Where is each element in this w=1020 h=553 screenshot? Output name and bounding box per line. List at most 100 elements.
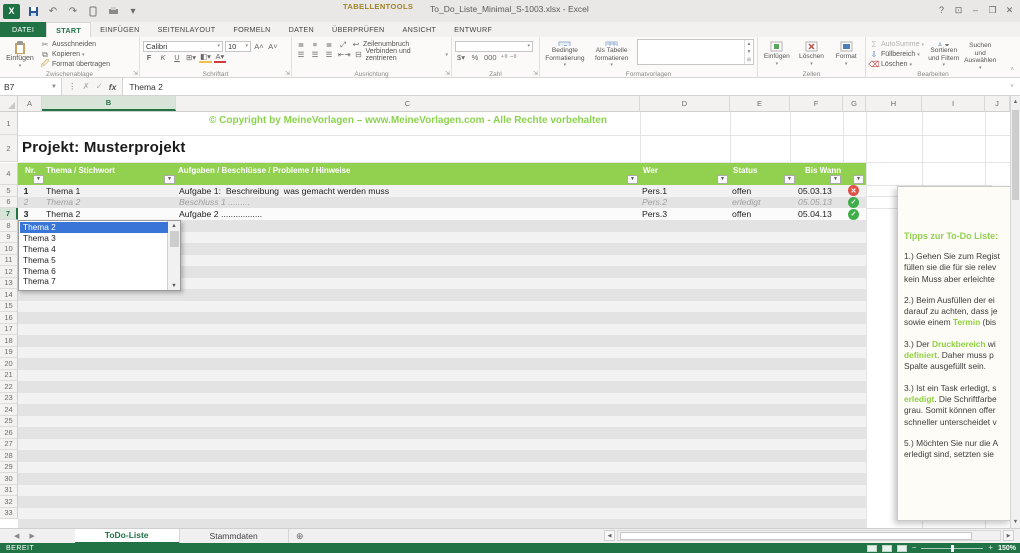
filter-dropdown-icon[interactable]: ▼	[33, 175, 44, 184]
find-select-button[interactable]: Suchen und Auswählen ▾	[964, 39, 997, 70]
row-header-12[interactable]: 12	[0, 266, 18, 278]
italic-button[interactable]: K	[157, 53, 169, 63]
ribbon-tab-start[interactable]: START	[46, 22, 92, 37]
vertical-scrollbar[interactable]: ▲ ▼	[1010, 96, 1020, 528]
column-header-J[interactable]: J	[985, 96, 1010, 111]
dropdown-item-2[interactable]: Thema 3	[20, 233, 168, 244]
filter-dropdown-icon[interactable]: ▼	[784, 175, 795, 184]
row-header-23[interactable]: 23	[0, 392, 18, 404]
sheet-tab-todo-liste[interactable]: ToDo-Liste	[74, 528, 180, 544]
gallery-more-icon[interactable]: ⊞	[747, 57, 751, 63]
row-header-9[interactable]: 9	[0, 231, 18, 243]
filter-dropdown-icon[interactable]: ▼	[164, 175, 175, 184]
scroll-right-icon[interactable]: ▶	[1003, 530, 1014, 541]
indent-icons[interactable]: ⇤⇥	[337, 50, 352, 60]
row-header-25[interactable]: 25	[0, 415, 18, 427]
format-cells-button[interactable]: Format ▾	[830, 39, 862, 69]
bold-button[interactable]: F	[143, 53, 155, 63]
filter-dropdown-icon[interactable]: ▼	[627, 175, 638, 184]
namebox-dropdown-icon[interactable]: ▼	[51, 84, 57, 90]
column-header-G[interactable]: G	[843, 96, 866, 111]
cancel-formula-icon[interactable]: ✗	[83, 81, 90, 92]
filter-dropdown-icon[interactable]: ▼	[717, 175, 728, 184]
vertical-scroll-thumb[interactable]	[1012, 110, 1019, 200]
row-header-10[interactable]: 10	[0, 243, 18, 255]
formula-input[interactable]: Thema 2	[123, 78, 1004, 95]
format-as-table-button[interactable]: Als Tabelle formatieren ▾	[590, 39, 634, 69]
cell-status[interactable]: offen	[732, 208, 787, 220]
row-header-26[interactable]: 26	[0, 427, 18, 439]
row-header-7[interactable]: 7	[0, 208, 18, 220]
row-header-17[interactable]: 17	[0, 323, 18, 335]
filter-dropdown-icon[interactable]: ▼	[853, 175, 864, 184]
scroll-up-icon[interactable]: ▲	[171, 221, 176, 230]
cell-due[interactable]: 05.05.13	[798, 197, 838, 209]
column-header-E[interactable]: E	[730, 96, 790, 111]
column-header-C[interactable]: C	[176, 96, 640, 111]
row-header-16[interactable]: 16	[0, 312, 18, 324]
cell-task[interactable]: Beschluss 1 .........	[179, 197, 634, 209]
dropdown-item-1[interactable]: Thema 2	[20, 222, 168, 233]
conditional-formatting-button[interactable]: Bedingte Formatierung ▾	[543, 39, 587, 69]
column-header-A[interactable]: A	[18, 96, 42, 111]
zoom-out-icon[interactable]: −	[912, 544, 917, 552]
alignment-dialog-launcher[interactable]: ⇲	[445, 70, 450, 77]
filter-dropdown-icon[interactable]: ▼	[830, 175, 841, 184]
grow-font-button[interactable]: A˄	[253, 41, 265, 51]
font-family-combo[interactable]: Calibri ▾	[143, 40, 223, 52]
row-header-27[interactable]: 27	[0, 438, 18, 450]
scroll-down-icon[interactable]: ▼	[171, 281, 176, 290]
format-painter-button[interactable]: 🖉 Format übertragen	[40, 59, 110, 69]
redo-icon[interactable]: ↷	[66, 5, 80, 18]
dropdown-item-5[interactable]: Thema 6	[20, 265, 168, 276]
row-header-28[interactable]: 28	[0, 450, 18, 462]
autosum-button[interactable]: Σ AutoSumme ▾	[869, 40, 925, 49]
cell-nr[interactable]: 3	[24, 208, 28, 220]
cell-wer[interactable]: Pers.1	[642, 185, 727, 197]
cell-thema[interactable]: Thema 2	[46, 208, 174, 220]
number-format-combo[interactable]: ▾	[455, 40, 533, 52]
sheet-tab-stammdaten[interactable]: Stammdaten	[179, 528, 289, 544]
align-bottom-icon[interactable]: ≣	[323, 40, 335, 50]
row-header-24[interactable]: 24	[0, 404, 18, 416]
table-row-2[interactable]: 2 Thema 2 Beschluss 1 ......... Pers.2 erled…	[18, 197, 866, 209]
ribbon-display-button[interactable]: ⊡	[950, 0, 967, 20]
enter-formula-icon[interactable]: ✓	[96, 81, 103, 92]
dropdown-item-6[interactable]: Thema 7	[20, 276, 168, 287]
cell-wer[interactable]: Pers.3	[642, 208, 727, 220]
table-row-3[interactable]: 3 Thema 2 Aufgabe 2 ................. Pers.…	[18, 208, 866, 220]
row-header-5[interactable]: 5	[0, 185, 18, 197]
percent-format-button[interactable]: %	[469, 53, 481, 63]
row-header-15[interactable]: 15	[0, 300, 18, 312]
collapse-ribbon-icon[interactable]: ˄	[1010, 67, 1014, 73]
column-header-H[interactable]: H	[866, 96, 922, 111]
align-center-icon[interactable]: ☰	[309, 50, 321, 60]
fill-color-button[interactable]: ◧▾	[199, 52, 212, 63]
column-header-F[interactable]: F	[790, 96, 843, 111]
underline-button[interactable]: U	[171, 53, 183, 63]
column-header-D[interactable]: D	[640, 96, 730, 111]
table-row-1[interactable]: 1 Thema 1 Aufgabe 1: Beschreibung was gema…	[18, 185, 866, 197]
row-header-33[interactable]: 33	[0, 507, 18, 519]
ribbon-tab-überprüfen[interactable]: ÜBERPRÜFEN	[323, 22, 394, 37]
clear-button[interactable]: ⌫ Löschen ▾	[868, 60, 924, 69]
gallery-down-icon[interactable]: ▼	[747, 49, 752, 55]
align-top-icon[interactable]: ≣	[295, 40, 307, 50]
insert-cells-button[interactable]: Einfügen ▾	[761, 39, 793, 69]
cell-thema[interactable]: Thema 1	[46, 185, 174, 197]
scroll-down-icon[interactable]: ▼	[1011, 516, 1020, 528]
cell-styles-gallery[interactable]: ▲ ▼ ⊞	[636, 39, 754, 65]
row-header-11[interactable]: 11	[0, 254, 18, 266]
currency-format-button[interactable]: $▾	[455, 53, 467, 63]
delete-cells-button[interactable]: Löschen ▾	[796, 39, 828, 69]
cell-wer[interactable]: Pers.2	[642, 197, 727, 209]
row-header-20[interactable]: 20	[0, 358, 18, 370]
dropdown-item-4[interactable]: Thema 5	[20, 254, 168, 265]
row-header-32[interactable]: 32	[0, 496, 18, 508]
zoom-in-icon[interactable]: +	[988, 544, 993, 552]
select-all-corner[interactable]	[0, 96, 18, 112]
number-dialog-launcher[interactable]: ⇲	[533, 70, 538, 77]
new-sheet-button[interactable]: ⊕	[289, 531, 311, 542]
ribbon-tab-einfügen[interactable]: EINFÜGEN	[91, 22, 149, 37]
orientation-icon[interactable]: ⤢	[337, 40, 349, 50]
